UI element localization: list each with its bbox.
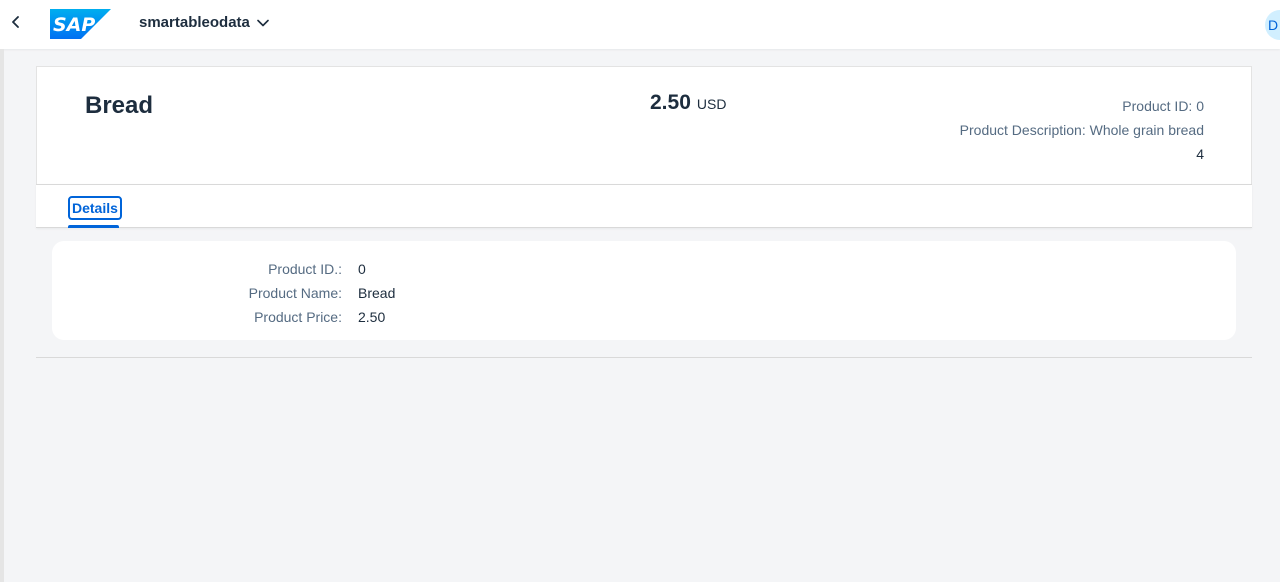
form-row-product-price: Product Price: 2.50	[52, 309, 652, 329]
object-title: Bread	[85, 92, 154, 119]
chevron-down-icon	[257, 19, 269, 27]
details-form: Product ID.: 0 Product Name: Bread Produ…	[52, 241, 1236, 340]
section-divider	[36, 357, 1252, 358]
price-unit: USD	[696, 96, 727, 112]
form-row-product-name: Product Name: Bread	[52, 285, 652, 305]
attribute-description: Product Description: Whole grain bread	[959, 122, 1204, 138]
object-number: 2.50 USD	[650, 91, 726, 115]
value-product-id: 0	[358, 261, 366, 277]
price-number: 2.50	[650, 91, 691, 114]
user-avatar[interactable]: D	[1265, 10, 1280, 40]
shell-bar: SAP smartableodata D	[0, 0, 1280, 49]
attribute-product-id: Product ID: 0	[1122, 98, 1204, 114]
value-product-name: Bread	[358, 285, 396, 301]
label-product-price: Product Price:	[254, 309, 342, 325]
app-title: smartableodata	[139, 14, 250, 31]
tab-selected-indicator	[68, 225, 119, 228]
side-edge	[0, 49, 4, 582]
label-product-name: Product Name:	[248, 285, 342, 301]
tab-details[interactable]: Details	[68, 196, 122, 220]
logo-text: SAP	[53, 14, 95, 36]
chevron-left-icon	[10, 15, 22, 33]
attribute-extra: 4	[1196, 146, 1204, 162]
label-product-id: Product ID.:	[268, 261, 342, 277]
value-product-price: 2.50	[358, 309, 386, 325]
form-row-product-id: Product ID.: 0	[52, 261, 652, 281]
sap-logo[interactable]: SAP	[50, 9, 111, 39]
back-button[interactable]	[4, 12, 28, 36]
anchor-bar: Details	[36, 184, 1252, 228]
object-attributes: Product ID: 0 Product Description: Whole…	[960, 98, 1204, 170]
object-header: Bread 2.50 USD Product ID: 0 Product Des…	[36, 66, 1252, 184]
app-title-menu[interactable]: smartableodata	[139, 14, 269, 31]
